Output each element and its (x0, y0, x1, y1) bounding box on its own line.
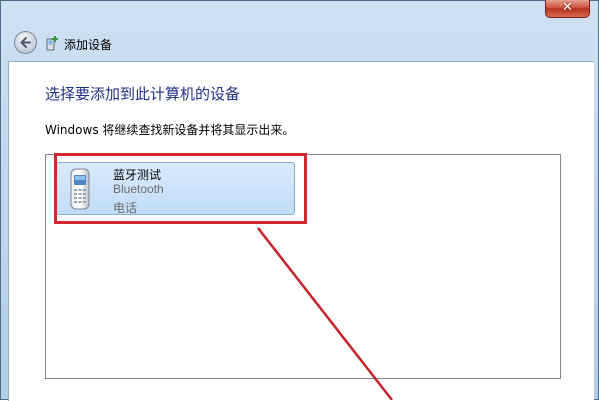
add-device-window: ✕ 添加设备 选择要添加到此计算机的设备 Windows 将继续查找新设备并将其… (0, 0, 599, 401)
annotation-arrow (257, 227, 393, 400)
